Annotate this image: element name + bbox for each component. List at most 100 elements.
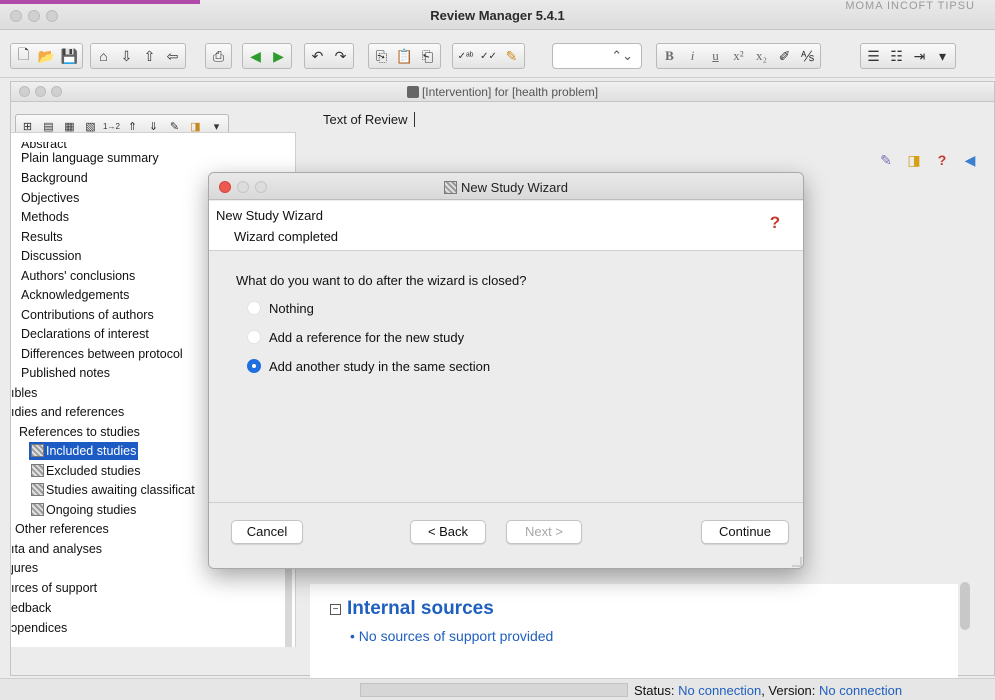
import-icon[interactable]: ⇩ — [117, 47, 136, 66]
tree-item-excluded-studies[interactable]: Excluded studies — [31, 462, 141, 480]
tree-item[interactable]: ıbles — [11, 384, 37, 402]
status-text: Status: No connection, Version: No conne… — [634, 683, 902, 698]
forward-arrow-icon[interactable]: ▶ — [269, 47, 288, 66]
italic-button[interactable]: i — [683, 47, 702, 66]
status-progress-well — [360, 683, 628, 697]
resize-grip[interactable] — [792, 557, 802, 567]
status-value: No connection — [678, 683, 762, 698]
save-icon[interactable]: 💾 — [60, 47, 79, 66]
navigation-tool-group: ⌂ ⇩ ⇧ ⇦ — [90, 43, 186, 69]
underline-button[interactable]: u — [706, 47, 725, 66]
print-tool-group: ⎙ — [205, 43, 232, 69]
tree-item[interactable]: Objectives — [21, 189, 79, 207]
tree-item[interactable]: Other references — [15, 520, 109, 538]
tree-item[interactable]: Published notes — [21, 364, 110, 382]
option-add-another-study[interactable]: Add another study in the same section — [247, 357, 490, 375]
tree-item[interactable]: ırces of support — [11, 579, 97, 597]
continue-button[interactable]: Continue — [701, 520, 789, 544]
move-left-icon[interactable]: ⇦ — [163, 47, 182, 66]
tree-item-included-studies[interactable]: Included studies — [29, 442, 139, 460]
tree-item[interactable]: Authors' conclusions — [21, 267, 135, 285]
app-titlebar: Review Manager 5.4.1 MOMA INCOFT TIPSU — [0, 0, 995, 30]
internal-sources-heading[interactable]: − Internal sources — [330, 598, 494, 620]
radio-button-selected[interactable] — [247, 359, 261, 373]
redo-icon[interactable]: ↷ — [331, 47, 350, 66]
superscript-button[interactable]: x² — [729, 47, 748, 66]
tree-item[interactable]: Plain language summary — [21, 149, 159, 167]
dialog-title: New Study Wizard — [209, 180, 803, 195]
collapse-icon[interactable]: − — [330, 604, 341, 615]
undo-icon[interactable]: ↶ — [308, 47, 327, 66]
indent-icon[interactable]: ⇥ — [910, 47, 929, 66]
tree-item-label: Included studies — [46, 444, 137, 458]
subscript-button[interactable]: x₂ — [752, 47, 771, 66]
tree-item[interactable]: ıta and analyses — [11, 540, 102, 558]
bold-button[interactable]: B — [660, 47, 679, 66]
history-tool-group: ◀ ▶ — [242, 43, 292, 69]
tab-text-of-review[interactable]: Text of Review — [323, 112, 415, 127]
back-arrow-icon[interactable]: ◀ — [246, 47, 265, 66]
file-tool-group: 🗋 📂 💾 — [10, 43, 83, 69]
tree-item-references-to-studies[interactable]: References to studies — [19, 423, 140, 441]
new-document-icon[interactable]: 🗋 — [14, 46, 33, 66]
app-top-right-text: MOMA INCOFT TIPSU — [845, 0, 975, 12]
next-button[interactable]: Next > — [506, 520, 582, 544]
option-nothing[interactable]: Nothing — [247, 299, 314, 317]
tree-item[interactable]: Contributions of authors — [21, 306, 154, 324]
tree-item-awaiting-studies[interactable]: Studies awaiting classificat — [31, 481, 195, 499]
spell-check-icon[interactable]: ✓ᵃᵇ — [456, 47, 475, 66]
status-bar: Status: No connection, Version: No conne… — [0, 678, 995, 700]
tree-item-ongoing-studies[interactable]: Ongoing studies — [31, 501, 136, 519]
move-up-icon[interactable]: ⇧ — [140, 47, 159, 66]
bullet-list-icon[interactable]: ☰ — [864, 47, 883, 66]
back-button[interactable]: < Back — [410, 520, 486, 544]
version-value: No connection — [819, 683, 903, 698]
note-tool-icon[interactable]: ◨ — [904, 150, 924, 170]
feedback-icon[interactable]: ◀ — [960, 150, 980, 170]
more-chevron-icon[interactable]: ▾ — [933, 47, 952, 66]
tree-item[interactable]: ɔpendices — [11, 619, 67, 637]
tree-item[interactable]: Differences between protocol — [21, 345, 183, 363]
status-label: Status: — [634, 683, 679, 698]
spell-check-all-icon[interactable]: ✓✓ — [479, 47, 498, 66]
tree-item[interactable]: Methods — [21, 208, 69, 226]
tree-item[interactable]: ıdies and references — [11, 403, 124, 421]
eraser-icon[interactable]: ✐ — [775, 47, 794, 66]
tree-item[interactable]: Results — [21, 228, 63, 246]
help-icon[interactable]: ? — [765, 213, 785, 235]
format-tool-group: B i u x² x₂ ✐ ⅍ — [656, 43, 821, 69]
option-label: Add a reference for the new study — [269, 329, 465, 345]
cancel-button[interactable]: Cancel — [231, 520, 303, 544]
tree-item[interactable]: ȷures — [11, 559, 38, 577]
clipboard-icon[interactable]: ⎗ — [418, 47, 437, 66]
numbered-list-icon[interactable]: ☷ — [887, 47, 906, 66]
print-icon[interactable]: ⎙ — [209, 47, 228, 66]
content-scrollbar[interactable] — [960, 582, 970, 630]
document-icon — [406, 86, 419, 98]
special-char-icon[interactable]: ⅍ — [798, 47, 817, 66]
tree-item[interactable]: edback — [11, 599, 51, 617]
pen-tool-icon[interactable]: ✎ — [876, 150, 896, 170]
help-icon[interactable]: ? — [932, 150, 952, 170]
document-titlebar: [Intervention] for [health problem] — [11, 82, 994, 102]
paste-icon[interactable]: 📋 — [395, 47, 414, 66]
dialog-titlebar: New Study Wizard — [209, 173, 803, 200]
open-folder-icon[interactable]: 📂 — [37, 47, 56, 66]
combo-arrow-icon: ⌃⌄ — [611, 48, 633, 63]
highlight-icon[interactable]: ✎ — [502, 47, 521, 66]
style-select[interactable]: ⌃⌄ — [552, 43, 642, 69]
copy-icon[interactable]: ⎘ — [372, 47, 391, 66]
option-add-reference[interactable]: Add a reference for the new study — [247, 328, 464, 346]
wizard-step-label: Wizard completed — [234, 229, 339, 244]
support-item: • No sources of support provided — [350, 628, 554, 644]
tree-item[interactable]: Discussion — [21, 247, 81, 265]
tree-item-label: Excluded studies — [46, 464, 141, 478]
tree-item[interactable]: Acknowledgements — [21, 286, 129, 304]
home-icon[interactable]: ⌂ — [94, 47, 113, 66]
radio-button[interactable] — [247, 301, 261, 315]
wizard-header-title: New Study Wizard — [216, 208, 323, 223]
study-icon — [31, 503, 44, 516]
tree-item[interactable]: Background — [21, 169, 88, 187]
tree-item[interactable]: Declarations of interest — [21, 325, 149, 343]
radio-button[interactable] — [247, 330, 261, 344]
